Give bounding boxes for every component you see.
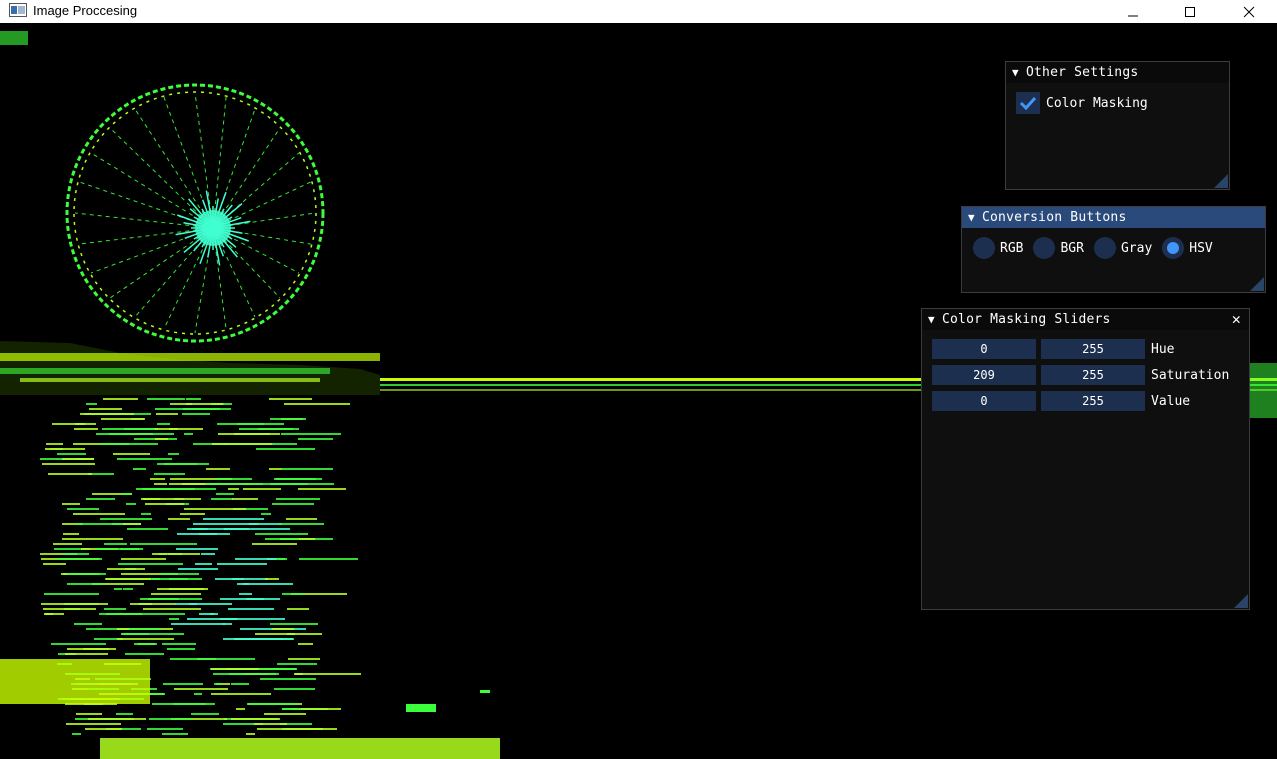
checkbox-label: Color Masking	[1046, 95, 1148, 111]
panel-title: Conversion Buttons	[982, 210, 1127, 225]
hue-max-field[interactable]: 255	[1041, 339, 1145, 359]
other-settings-title-bar[interactable]: ▼ Other Settings	[1006, 62, 1229, 83]
saturation-max-field[interactable]: 255	[1041, 365, 1145, 385]
window-title: Image Proccesing	[33, 3, 138, 18]
value-min-field[interactable]: 0	[932, 391, 1036, 411]
close-panel-icon[interactable]: ✕	[1232, 309, 1241, 330]
hue-min-field[interactable]: 0	[932, 339, 1036, 359]
saturation-min-field[interactable]: 209	[932, 365, 1036, 385]
conversion-radio-group: RGB BGR Gray HSV	[973, 237, 1223, 259]
value-label: Value	[1151, 393, 1191, 409]
resize-grip-icon[interactable]	[1234, 594, 1248, 608]
color-masking-checkbox-row[interactable]: Color Masking	[1016, 92, 1148, 114]
saturation-slider-row: 209 255 Saturation	[932, 365, 1229, 385]
radio-gray[interactable]	[1093, 237, 1116, 259]
minimize-icon	[1128, 15, 1138, 16]
conversion-buttons-panel[interactable]: ▼ Conversion Buttons RGB BGR Gray HSV	[961, 206, 1266, 293]
close-icon	[1243, 6, 1255, 17]
radio-rgb[interactable]	[973, 237, 995, 259]
resize-grip-icon[interactable]	[1214, 174, 1228, 188]
maximize-button[interactable]	[1167, 0, 1213, 23]
checkmark-icon	[1019, 96, 1037, 110]
maximize-icon	[1185, 6, 1195, 17]
radio-bgr[interactable]	[1033, 237, 1056, 259]
radio-label-hsv: HSV	[1189, 240, 1213, 256]
saturation-label: Saturation	[1151, 367, 1230, 383]
hue-slider-row: 0 255 Hue	[932, 339, 1174, 359]
color-masking-sliders-title-bar[interactable]: ▼ Color Masking Sliders ✕	[922, 309, 1249, 330]
value-max-field[interactable]: 255	[1041, 391, 1145, 411]
color-masking-checkbox[interactable]	[1016, 92, 1040, 114]
hue-label: Hue	[1151, 341, 1175, 357]
radio-label-gray: Gray	[1120, 240, 1153, 256]
radio-label-bgr: BGR	[1060, 240, 1084, 256]
collapse-triangle-icon[interactable]: ▼	[928, 313, 942, 326]
conversion-buttons-title-bar[interactable]: ▼ Conversion Buttons	[962, 207, 1265, 228]
minimize-button[interactable]	[1110, 0, 1156, 23]
collapse-triangle-icon[interactable]: ▼	[1012, 66, 1026, 79]
panel-title: Other Settings	[1026, 65, 1139, 80]
panel-title: Color Masking Sliders	[942, 312, 1111, 327]
radio-hsv[interactable]	[1162, 237, 1185, 259]
resize-grip-icon[interactable]	[1250, 277, 1264, 291]
radio-label-rgb: RGB	[1000, 240, 1024, 256]
window-title-bar: Image Proccesing	[0, 0, 1277, 23]
value-slider-row: 0 255 Value	[932, 391, 1190, 411]
color-masking-sliders-panel[interactable]: ▼ Color Masking Sliders ✕ 0 255 Hue 209 …	[921, 308, 1250, 610]
collapse-triangle-icon[interactable]: ▼	[968, 211, 982, 224]
app-window-icon	[9, 3, 27, 17]
other-settings-panel[interactable]: ▼ Other Settings Color Masking	[1005, 61, 1230, 190]
close-window-button[interactable]	[1226, 0, 1272, 23]
